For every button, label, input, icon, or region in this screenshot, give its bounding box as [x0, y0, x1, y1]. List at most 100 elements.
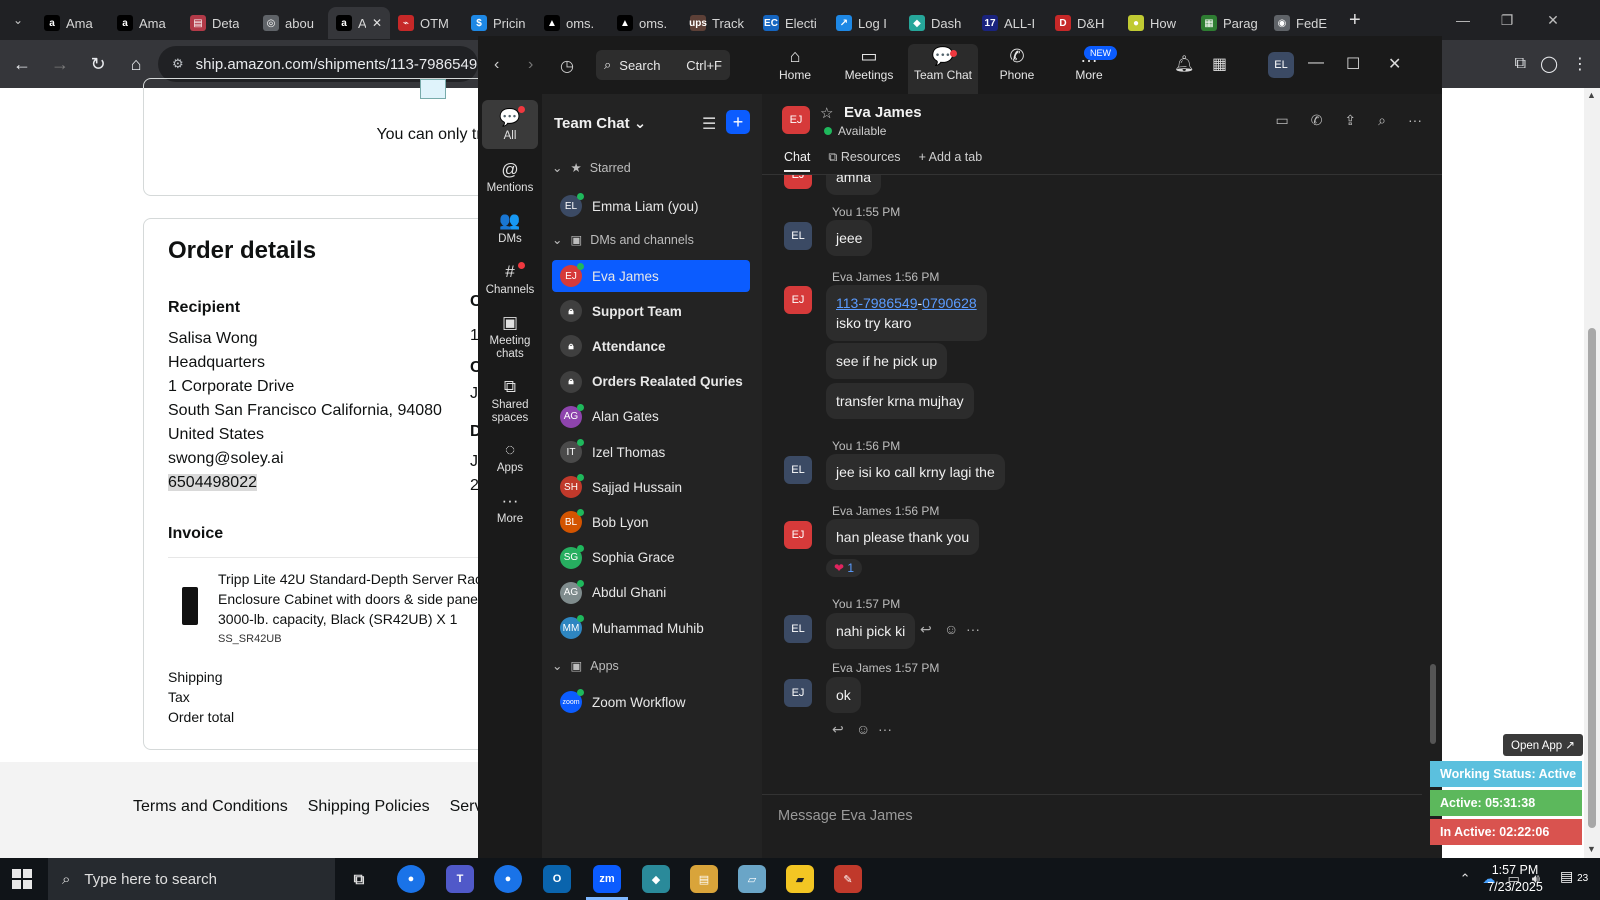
channel-item[interactable]: BL Bob Lyon [552, 506, 750, 538]
heart-reaction[interactable]: ❤ 1 [826, 559, 863, 577]
zoom-icon[interactable]: zm [593, 865, 621, 893]
scroll-down-icon[interactable]: ▼ [1587, 844, 1596, 854]
new-chat-button[interactable]: + [726, 110, 750, 134]
share-screen-icon[interactable]: ⇪ [1344, 112, 1356, 129]
messages-scrollbar[interactable] [1430, 184, 1436, 754]
restore-icon[interactable]: ❐ [1484, 0, 1530, 40]
chat-contact-name[interactable]: Eva James [844, 104, 922, 121]
zoom-forward-icon[interactable]: › [528, 56, 533, 74]
zoom-back-icon[interactable]: ‹ [494, 56, 499, 74]
order-link[interactable]: 0790628 [922, 295, 977, 311]
nav-home[interactable]: ⌂ Home [760, 44, 830, 94]
browser-tab[interactable]: D D&H [1047, 7, 1120, 39]
rail-mentions[interactable]: @ Mentions [482, 158, 538, 195]
chrome-icon[interactable]: ● [494, 865, 522, 893]
new-tab-button[interactable]: + [1349, 9, 1361, 32]
taskbar-search[interactable]: ⌕ Type here to search [48, 858, 335, 900]
channel-item[interactable]: EJ Eva James [552, 260, 750, 292]
bell-icon[interactable]: 🔔︎ [1174, 54, 1194, 74]
browser-tab[interactable]: ↗ Log I [828, 7, 901, 39]
reply-icon[interactable]: ↩ [832, 721, 844, 738]
file-explorer-icon[interactable]: ▤ [690, 865, 718, 893]
channel-item[interactable]: IT Izel Thomas [552, 436, 750, 468]
nav-meetings[interactable]: ▭ Meetings [834, 44, 904, 94]
back-arrow-icon[interactable]: ← [4, 46, 40, 82]
rail-apps[interactable]: ◌ Apps [482, 438, 538, 475]
chrome-icon[interactable]: ● [397, 865, 425, 893]
video-call-icon[interactable]: ▭ [1275, 112, 1288, 129]
more-options-icon[interactable]: ··· [1408, 112, 1422, 129]
nav-more[interactable]: … More NEW [1054, 44, 1124, 94]
browser-tab[interactable]: EC Electi [755, 7, 828, 39]
app-icon[interactable]: ▱ [738, 865, 766, 893]
tab-resources[interactable]: ⧉ Resources [828, 150, 900, 172]
minimize-icon[interactable]: — [1440, 0, 1486, 40]
rail-shared-spaces[interactable]: ⧉ Shared spaces [482, 375, 538, 425]
footer-link[interactable]: Terms and Conditions [133, 798, 288, 816]
section-starred[interactable]: ⌄ ★ Starred [552, 160, 631, 176]
browser-tab[interactable]: ◆ Dash [901, 7, 974, 39]
team-chat-dropdown[interactable]: Team Chat ⌄ [554, 114, 646, 132]
windows-start-icon[interactable] [12, 869, 32, 889]
rail-dms[interactable]: 👥 DMs [482, 209, 538, 246]
maximize-icon[interactable]: ☐ [1346, 54, 1360, 74]
nav-phone[interactable]: ✆ Phone [982, 44, 1052, 94]
channel-item[interactable]: AG Alan Gates [552, 401, 750, 433]
channel-item[interactable]: MM Muhammad Muhib [552, 612, 750, 644]
rail-more[interactable]: ··· More [482, 489, 538, 526]
search-icon[interactable]: ⌕ [1378, 112, 1386, 129]
task-view-icon[interactable]: ⧉ [345, 865, 373, 893]
browser-tab[interactable]: 17 ALL-I [974, 7, 1047, 39]
browser-tab[interactable]: ups Track [682, 7, 755, 39]
order-link[interactable]: 113-7986549 [836, 295, 917, 311]
close-window-icon[interactable]: ✕ [1530, 0, 1576, 40]
reload-icon[interactable]: ↻ [80, 46, 116, 82]
scrollbar-thumb[interactable] [1588, 328, 1596, 828]
browser-tab[interactable]: ● How [1120, 7, 1193, 39]
browser-tab[interactable]: a Ama [109, 7, 182, 39]
zoom-search[interactable]: ⌕ Search Ctrl+F [596, 50, 730, 80]
filter-icon[interactable]: ☰ [702, 114, 716, 134]
outlook-icon[interactable]: O [543, 865, 571, 893]
browser-menu-icon[interactable]: ⋮ [1572, 54, 1588, 74]
section-apps[interactable]: ⌄ ▣ Apps [552, 658, 619, 674]
scroll-up-icon[interactable]: ▲ [1587, 90, 1596, 100]
clock[interactable]: 1:57 PM 7/23/2025 [1480, 862, 1550, 896]
channel-item[interactable]: 🔒︎ Orders Realated Quries [552, 366, 750, 398]
teams-icon[interactable]: T [446, 865, 474, 893]
tab-chat[interactable]: Chat [784, 150, 811, 172]
channel-item[interactable]: SG Sophia Grace [552, 542, 750, 574]
chevron-up-icon[interactable]: ⌃ [1460, 871, 1471, 887]
site-settings-icon[interactable]: ⚙ [172, 56, 184, 72]
tab-add[interactable]: + Add a tab [919, 150, 983, 172]
message-input[interactable]: Message Eva James [778, 808, 913, 824]
nav-team-chat[interactable]: 💬 Team Chat [908, 44, 978, 94]
channel-item[interactable]: SH Sajjad Hussain [552, 471, 750, 503]
rail-channels[interactable]: # Channels [482, 260, 538, 297]
channel-item[interactable]: AG Abdul Ghani [552, 577, 750, 609]
profile-icon[interactable]: ◯ [1540, 54, 1558, 74]
history-icon[interactable]: ◷ [560, 56, 574, 76]
close-icon[interactable]: ✕ [1388, 54, 1401, 74]
browser-tab[interactable]: ⌁ OTM [390, 7, 463, 39]
app-icon[interactable]: ◆ [642, 865, 670, 893]
page-scrollbar[interactable]: ▲ ▼ [1584, 88, 1600, 858]
browser-tab[interactable]: ▤ Deta [182, 7, 255, 39]
tab-search-chevron-icon[interactable]: ⌄ [0, 0, 36, 40]
browser-tab[interactable]: $ Pricin [463, 7, 536, 39]
footer-link[interactable]: Shipping Policies [308, 798, 430, 816]
close-tab-icon[interactable]: ✕ [372, 16, 382, 30]
emoji-icon[interactable]: ☺ [856, 721, 870, 737]
avatar[interactable]: EL [1268, 52, 1294, 78]
browser-tab[interactable]: ◎ abou [255, 7, 328, 39]
sticky-notes-icon[interactable]: ▰ [786, 865, 814, 893]
home-icon[interactable]: ⌂ [118, 46, 154, 82]
more-options-icon[interactable]: ··· [966, 621, 980, 637]
open-app-button[interactable]: Open App ↗ [1503, 734, 1583, 756]
starred-item[interactable]: EL Emma Liam (you) [552, 190, 750, 222]
app-icon[interactable]: ✎ [834, 865, 862, 893]
channel-item[interactable]: 🔒︎ Support Team [552, 295, 750, 327]
browser-tab[interactable]: ▲ oms. [609, 7, 682, 39]
reply-icon[interactable]: ↩ [920, 621, 932, 638]
section-dms-channels[interactable]: ⌄ ▣ DMs and channels [552, 232, 694, 248]
